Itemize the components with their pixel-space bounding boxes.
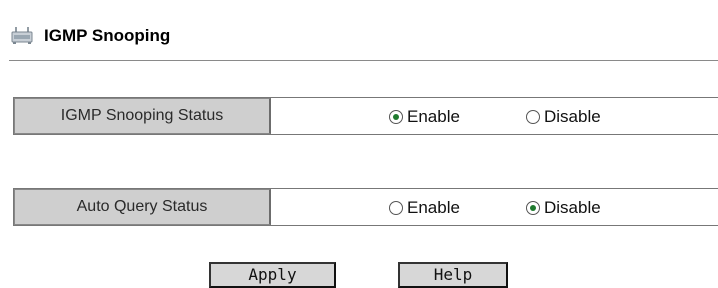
setting-label: IGMP Snooping Status — [14, 98, 271, 134]
radio-label: Enable — [407, 107, 460, 126]
page-title: IGMP Snooping — [44, 26, 171, 45]
auto-query-disable-radio[interactable]: Disable — [526, 198, 601, 218]
auto-query-enable-radio[interactable]: Enable — [389, 198, 460, 218]
radio-circle[interactable] — [526, 110, 540, 124]
router-icon — [10, 26, 34, 46]
igmp-snooping-enable-radio[interactable]: Enable — [389, 107, 460, 127]
radio-label: Disable — [544, 198, 601, 217]
radio-circle[interactable] — [389, 201, 403, 215]
igmp-snooping-status-row: IGMP Snooping Status Enable Disable — [13, 97, 718, 135]
header-divider — [9, 60, 718, 61]
setting-value: Enable Disable — [271, 97, 718, 135]
setting-label: Auto Query Status — [14, 189, 271, 225]
help-button[interactable]: Help — [398, 262, 508, 288]
radio-label: Disable — [544, 107, 601, 126]
radio-circle[interactable] — [389, 110, 403, 124]
igmp-snooping-disable-radio[interactable]: Disable — [526, 107, 601, 127]
radio-label: Enable — [407, 198, 460, 217]
radio-selected-dot — [393, 114, 399, 120]
apply-button[interactable]: Apply — [209, 262, 336, 288]
setting-value: Enable Disable — [271, 188, 718, 226]
auto-query-status-row: Auto Query Status Enable Disable — [13, 188, 718, 226]
page-header: IGMP Snooping — [10, 24, 170, 48]
radio-circle[interactable] — [526, 201, 540, 215]
radio-selected-dot — [530, 205, 536, 211]
